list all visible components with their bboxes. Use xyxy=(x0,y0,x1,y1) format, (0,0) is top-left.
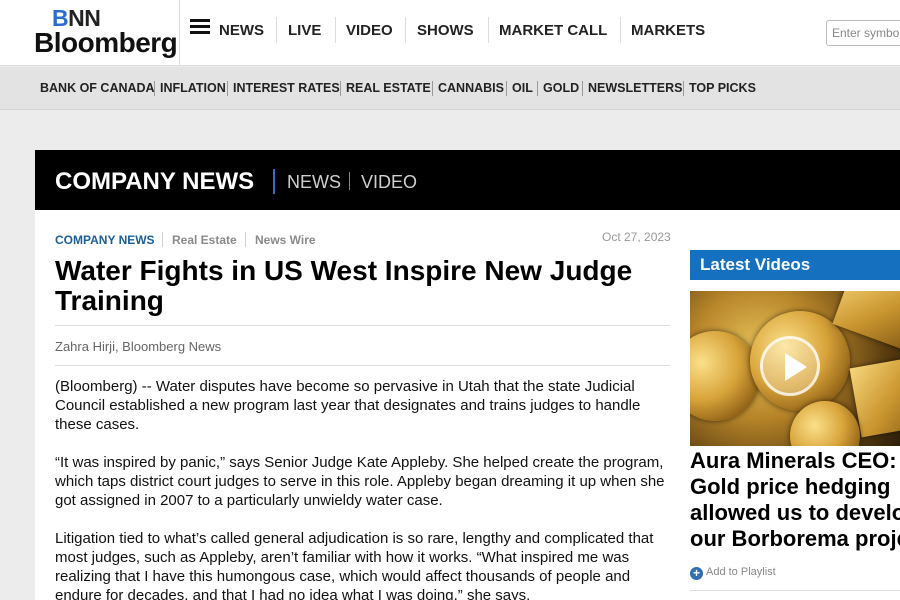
subnav-divider xyxy=(683,81,684,96)
category-real-estate[interactable]: Real Estate xyxy=(172,233,237,247)
logo-bloomberg-text: Bloomberg xyxy=(34,27,178,58)
section-divider xyxy=(273,169,275,194)
latest-videos-header: Latest Videos xyxy=(690,250,900,280)
nav-divider xyxy=(405,17,406,43)
subnav-divider xyxy=(506,81,507,96)
subnav-divider xyxy=(432,81,433,96)
article-paragraph: Litigation tied to what’s called general… xyxy=(55,530,654,600)
section-link-video[interactable]: VIDEO xyxy=(361,172,417,192)
subnav-divider xyxy=(582,81,583,96)
nav-divider xyxy=(488,17,489,43)
topics-subnav: BANK OF CANADA INFLATION INTEREST RATES … xyxy=(0,67,900,110)
subnav-newsletters[interactable]: NEWSLETTERS xyxy=(588,81,682,96)
divider xyxy=(55,365,670,366)
subnav-cannabis[interactable]: CANNABIS xyxy=(438,81,504,96)
article-content-area: COMPANY NEWS Real Estate News Wire Oct 2… xyxy=(35,210,900,600)
article-byline: Zahra Hirji, Bloomberg News xyxy=(55,339,222,354)
subnav-divider xyxy=(227,81,228,96)
gold-coin-image xyxy=(690,331,760,421)
subnav-gold[interactable]: GOLD xyxy=(543,81,579,96)
divider xyxy=(690,590,900,591)
section-divider xyxy=(349,172,350,190)
play-icon[interactable] xyxy=(760,336,820,396)
category-company-news[interactable]: COMPANY NEWS xyxy=(55,233,155,247)
article-paragraph: “It was inspired by panic,” says Senior … xyxy=(55,454,665,509)
nav-shows[interactable]: SHOWS xyxy=(417,22,474,40)
nav-markets[interactable]: MARKETS xyxy=(631,22,705,40)
nav-live[interactable]: LIVE xyxy=(288,22,321,40)
article-paragraph: (Bloomberg) -- Water disputes have becom… xyxy=(55,378,641,433)
nav-divider xyxy=(620,17,621,43)
video-thumbnail[interactable] xyxy=(690,291,900,446)
subnav-real-estate[interactable]: REAL ESTATE xyxy=(346,81,431,96)
hamburger-menu-icon[interactable] xyxy=(190,19,210,35)
section-banner: COMPANY NEWS NEWS VIDEO xyxy=(35,150,900,210)
category-divider xyxy=(162,232,163,247)
subnav-interest-rates[interactable]: INTEREST RATES xyxy=(233,81,340,96)
add-to-playlist-label: Add to Playlist xyxy=(706,566,776,578)
subnav-oil[interactable]: OIL xyxy=(512,81,533,96)
section-title[interactable]: COMPANY NEWS xyxy=(55,170,254,194)
subnav-divider xyxy=(537,81,538,96)
add-to-playlist-link[interactable]: + Add to Playlist xyxy=(690,565,776,580)
category-divider xyxy=(245,232,246,247)
logo-divider xyxy=(179,0,180,66)
nav-market-call[interactable]: MARKET CALL xyxy=(499,22,607,40)
nav-divider xyxy=(335,17,336,43)
nav-news[interactable]: NEWS xyxy=(219,22,264,40)
subnav-bank-of-canada[interactable]: BANK OF CANADA xyxy=(40,81,155,96)
subnav-divider xyxy=(154,81,155,96)
bnn-bloomberg-logo[interactable]: BNN Bloomberg xyxy=(34,6,178,60)
subnav-top-picks[interactable]: TOP PICKS xyxy=(689,81,756,96)
latest-videos-title: Latest Videos xyxy=(700,255,811,274)
symbol-search-input[interactable] xyxy=(826,20,900,46)
category-news-wire[interactable]: News Wire xyxy=(255,233,316,247)
nav-divider xyxy=(276,17,277,43)
section-link-news[interactable]: NEWS xyxy=(287,172,341,192)
divider xyxy=(55,325,670,326)
subnav-divider xyxy=(340,81,341,96)
plus-icon: + xyxy=(690,567,703,580)
nav-video[interactable]: VIDEO xyxy=(346,22,393,40)
site-header: BNN Bloomberg NEWS LIVE VIDEO SHOWS MARK… xyxy=(0,0,900,66)
article-headline: Water Fights in US West Inspire New Judg… xyxy=(55,255,633,316)
subnav-inflation[interactable]: INFLATION xyxy=(160,81,226,96)
video-title[interactable]: Aura Minerals CEO: Gold price hedging al… xyxy=(690,448,900,552)
article-date: Oct 27, 2023 xyxy=(602,230,671,244)
